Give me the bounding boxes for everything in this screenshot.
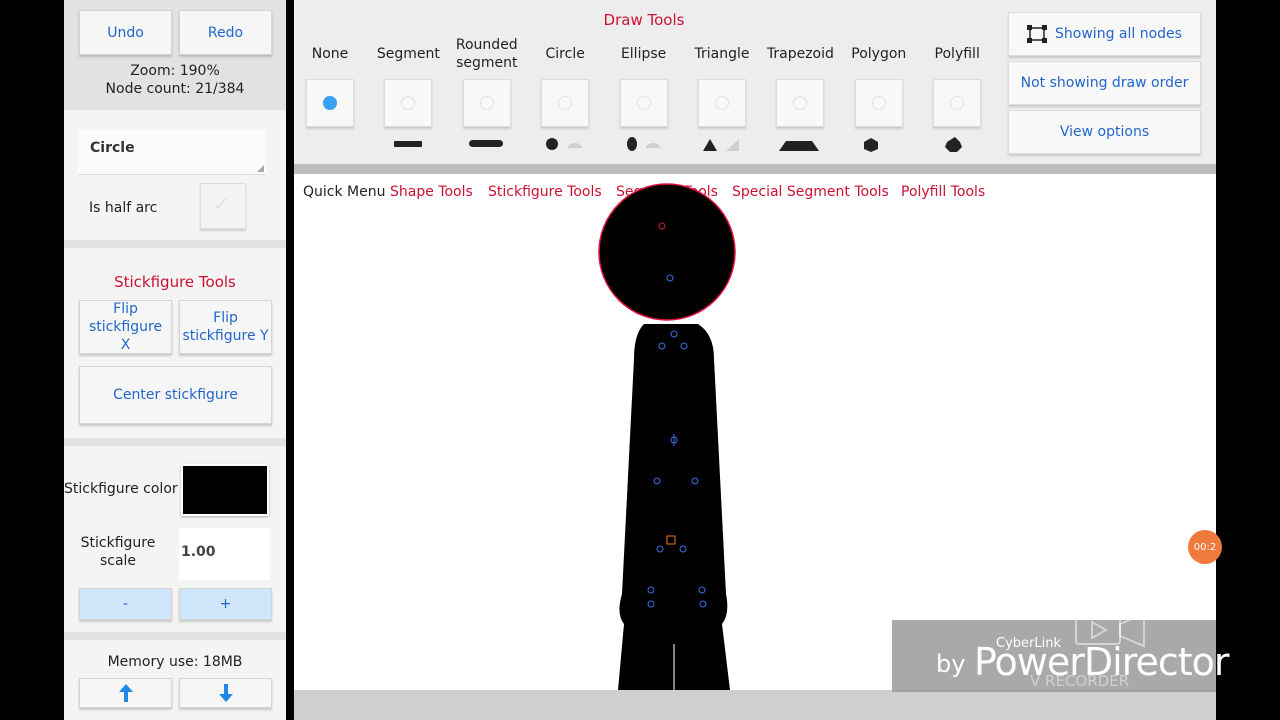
left-panel: Undo Redo Zoom: 190% Node count: 21/384 …: [64, 0, 286, 720]
trapezoid-preview-icon: [779, 141, 819, 151]
tool-circle-option[interactable]: [541, 79, 590, 127]
arrow-down-icon: [218, 684, 233, 702]
half-arc-checkbox[interactable]: ✓: [200, 183, 246, 229]
undo-button[interactable]: Undo: [79, 10, 172, 55]
canvas-bottom-strip: [294, 690, 1216, 720]
right-triangle-preview-icon: [726, 139, 739, 151]
segment-preview-icon: [394, 141, 422, 147]
node-count-readout: Node count: 21/384: [105, 81, 245, 97]
powerdirector-watermark: by CyberLink PowerDirector V RECORDER: [892, 612, 1230, 692]
toolbar-divider: [294, 164, 1216, 174]
move-up-button[interactable]: [79, 678, 172, 708]
tool-triangle-option[interactable]: [698, 79, 746, 127]
stickfigure-scale-label: Stickfigure scale: [80, 535, 156, 569]
tool-label-rounded-segment: Rounded segment: [455, 37, 518, 71]
stickfigure-tools-title: Stickfigure Tools: [114, 273, 236, 291]
tool-label-trapezoid: Trapezoid: [766, 46, 834, 62]
tool-trapezoid-option[interactable]: [776, 79, 825, 127]
half-arc-label: Is half arc: [89, 200, 158, 216]
zoom-readout: Zoom: 190%: [130, 63, 220, 79]
center-stickfigure-button[interactable]: Center stickfigure: [79, 366, 272, 424]
stickfigure-color-swatch[interactable]: [181, 464, 269, 516]
triangle-preview-icon: [703, 139, 717, 151]
memory-readout: Memory use: 18MB: [107, 654, 243, 670]
showing-nodes-button[interactable]: Showing all nodes: [1008, 12, 1201, 56]
flip-x-button[interactable]: Flip stickfigure X: [79, 300, 172, 354]
node-frame-icon: [1027, 25, 1048, 43]
tool-label-polygon: Polygon: [851, 46, 907, 62]
tool-label-none: None: [311, 46, 349, 62]
video-recorder-icon: [1075, 612, 1145, 648]
radio-icon: [715, 96, 729, 110]
tool-label-polyfill: Polyfill: [934, 46, 980, 62]
shape-properties-panel: Circle Is half arc ✓: [64, 110, 286, 240]
view-options-button[interactable]: View options: [1008, 110, 1201, 154]
circle-preview-icon: [546, 138, 558, 150]
watermark-recorder: V RECORDER: [1030, 672, 1130, 690]
move-down-button[interactable]: [179, 678, 272, 708]
draw-order-button[interactable]: Not showing draw order: [1008, 61, 1201, 105]
radio-icon: [636, 96, 651, 110]
watermark-by: by: [936, 650, 966, 678]
radio-icon: [871, 96, 886, 110]
shape-type-value: Circle: [90, 140, 135, 156]
scale-plus-button[interactable]: +: [179, 588, 272, 620]
stickfigure-tools-panel: Stickfigure Tools Flip stickfigure X Fli…: [64, 248, 286, 438]
tool-preview-strip: [394, 137, 962, 152]
stickfigure-body: [618, 324, 730, 690]
radio-icon: [323, 96, 337, 110]
polygon-preview-icon: [864, 138, 878, 152]
radio-icon: [401, 96, 416, 110]
rounded-segment-preview-icon: [469, 140, 503, 147]
draw-tools-toolbar: Draw Tools None Segment Rounded segment Cir…: [294, 0, 1216, 164]
half-ellipse-preview-icon: [646, 143, 660, 148]
tool-none-option[interactable]: [306, 79, 354, 127]
recording-timer-badge[interactable]: 00:2: [1188, 530, 1222, 564]
stickfigure-appearance-panel: Stickfigure color Stickfigure scale 1.00…: [64, 446, 286, 632]
redo-button[interactable]: Redo: [179, 10, 272, 55]
stickfigure-head: [598, 183, 736, 321]
polyfill-preview-icon: [945, 137, 962, 152]
arrow-up-icon: [118, 684, 133, 702]
tool-segment-option[interactable]: [384, 79, 433, 127]
stickfigure-color-label: Stickfigure color: [64, 481, 178, 497]
flip-y-button[interactable]: Flip stickfigure Y: [179, 300, 272, 354]
tool-rounded-segment-option[interactable]: [462, 79, 511, 127]
draw-tools-title: Draw Tools: [603, 11, 685, 29]
memory-panel: Memory use: 18MB: [64, 640, 286, 720]
tool-label-ellipse: Ellipse: [620, 46, 667, 62]
recording-timer-text: 00:2: [1193, 541, 1217, 553]
tool-label-triangle: Triangle: [694, 46, 750, 62]
tool-polyfill-option[interactable]: [933, 79, 982, 127]
arc-preview-icon: [568, 143, 582, 148]
stickfigure-scale-input[interactable]: 1.00: [179, 528, 270, 580]
radio-icon: [558, 96, 573, 110]
radio-icon: [479, 96, 494, 110]
radio-icon: [950, 96, 965, 110]
shape-type-select[interactable]: Circle: [78, 130, 266, 175]
tool-polygon-option[interactable]: [854, 79, 903, 127]
ellipse-preview-icon: [627, 137, 637, 151]
dropdown-corner-icon: [257, 165, 264, 172]
tool-ellipse-option[interactable]: [619, 79, 668, 127]
scale-minus-button[interactable]: -: [79, 588, 172, 620]
stickfigure-scale-value: 1.00: [181, 544, 216, 560]
tool-label-circle: Circle: [545, 46, 585, 62]
tool-label-segment: Segment: [376, 46, 440, 62]
radio-icon: [793, 96, 808, 110]
checkmark-icon: ✓: [213, 192, 230, 216]
showing-nodes-label: Showing all nodes: [1055, 26, 1182, 42]
